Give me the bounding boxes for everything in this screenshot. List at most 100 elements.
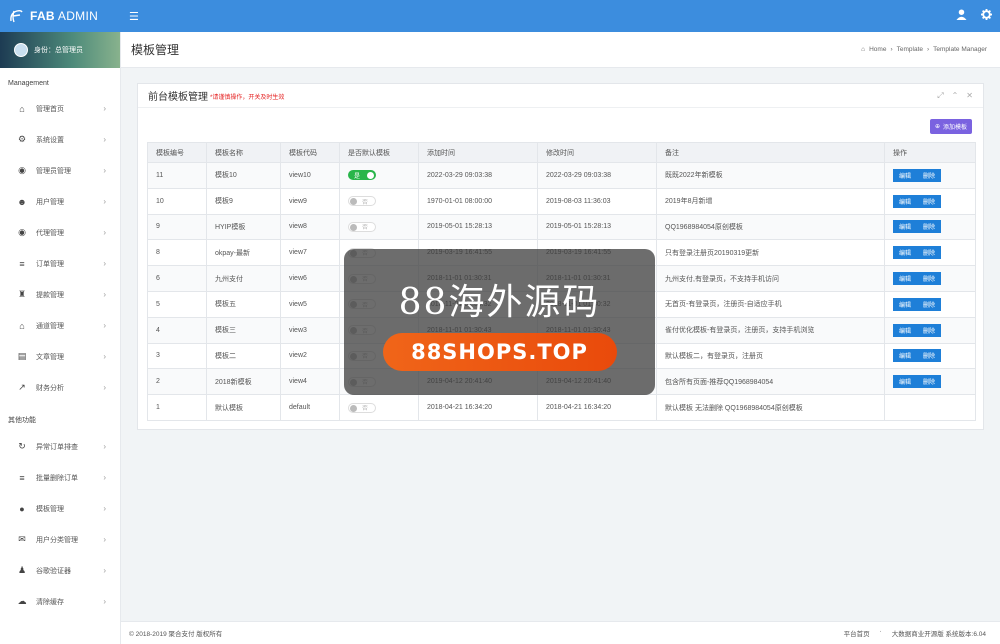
added-time-cell: 2022-03-29 09:03:38 bbox=[418, 162, 538, 189]
sidebar-item-label: 谷歌验证器 bbox=[36, 567, 71, 575]
template-code-cell: view5 bbox=[280, 290, 340, 318]
template-id-cell: 2 bbox=[147, 368, 207, 396]
action-buttons: 编辑 删除 bbox=[893, 297, 942, 311]
added-time-cell: 1970-01-01 08:00:00 bbox=[418, 187, 538, 215]
wechat-icon: ✉ bbox=[18, 534, 26, 544]
modified-time-cell: 2019-08-03 11:36:03 bbox=[537, 187, 657, 215]
add-template-button[interactable]: ⊕ 添加模板 bbox=[929, 119, 972, 134]
sidebar-item[interactable]: ☁ 清除缓存 › bbox=[0, 586, 120, 617]
brand[interactable]: FAB ADMIN bbox=[0, 0, 121, 32]
edit-button[interactable]: 编辑 bbox=[893, 323, 918, 337]
template-code-cell: view8 bbox=[280, 213, 340, 241]
sidebar-item[interactable]: ♜ 提款管理 › bbox=[0, 279, 120, 310]
sidebar-item-label: 异常订单排查 bbox=[36, 443, 78, 451]
edit-button[interactable]: 编辑 bbox=[893, 297, 918, 311]
sidebar-item[interactable]: ✉ 用户分类管理 › bbox=[0, 524, 120, 555]
edit-button[interactable]: 编辑 bbox=[893, 246, 918, 260]
edit-button[interactable]: 编辑 bbox=[893, 349, 918, 363]
user-icon[interactable] bbox=[956, 9, 967, 23]
delete-button[interactable]: 删除 bbox=[917, 220, 942, 234]
table-header-cell: 模板名称 bbox=[206, 142, 281, 163]
template-name-cell: HYIP模板 bbox=[206, 213, 281, 241]
user-circle-icon: ◉ bbox=[18, 227, 26, 237]
watermark-overlay: 88海外源码 88SHOPS.TOP bbox=[344, 249, 655, 395]
watermark-pill: 88SHOPS.TOP bbox=[382, 333, 617, 371]
book-icon: ▤ bbox=[17, 351, 27, 361]
edit-button[interactable]: 编辑 bbox=[893, 375, 918, 389]
sidebar-nav-management: ⌂ 管理首页 › ⚙ 系统设置 › ◉ 管理员管理 › ☻ 用户管理 › ◉ 代理管理 › ≡ 订单管理 › ♜ 提款… bbox=[0, 93, 120, 403]
brand-logo-icon bbox=[10, 9, 23, 23]
delete-button[interactable]: 删除 bbox=[917, 349, 942, 363]
sidebar-item[interactable]: ♟ 谷歌验证器 › bbox=[0, 555, 120, 586]
sidebar-item-label: 通道管理 bbox=[36, 322, 64, 330]
sidebar-item[interactable]: ≡ 批量删除订单 › bbox=[0, 462, 120, 493]
delete-button[interactable]: 删除 bbox=[917, 194, 942, 208]
user-circle-icon: ◉ bbox=[18, 165, 26, 175]
actions-cell: 编辑 删除 bbox=[884, 239, 976, 267]
delete-button[interactable]: 删除 bbox=[917, 375, 942, 389]
template-code-cell: view6 bbox=[280, 265, 340, 292]
sidebar-item[interactable]: ⌂ 通道管理 › bbox=[0, 310, 120, 341]
action-buttons: 编辑 删除 bbox=[893, 246, 942, 260]
table-header-cell: 模板代码 bbox=[280, 142, 340, 163]
note-cell: 默认模板 无法删除 QQ1968984054原创模板 bbox=[656, 394, 885, 421]
breadcrumb-separator-icon: › bbox=[926, 46, 930, 53]
edit-button[interactable]: 编辑 bbox=[893, 272, 918, 286]
sidebar-item[interactable]: ↻ 异常订单排查 › bbox=[0, 431, 120, 462]
chevron-right-icon: › bbox=[103, 135, 106, 144]
delete-button[interactable]: 删除 bbox=[917, 323, 942, 337]
template-id-cell: 3 bbox=[147, 342, 207, 370]
sidebar-item[interactable]: ⚙ 系统设置 › bbox=[0, 124, 120, 155]
sidebar-item[interactable]: ▤ 文章管理 › bbox=[0, 341, 120, 372]
settings-gear-icon[interactable] bbox=[981, 9, 992, 23]
actions-cell: 编辑 删除 bbox=[884, 162, 976, 189]
sidebar-item[interactable]: ◉ 管理员管理 › bbox=[0, 155, 120, 186]
expand-icon[interactable]: ⤢ bbox=[937, 91, 943, 101]
footer-separator: · bbox=[879, 628, 882, 635]
template-code-cell: default bbox=[280, 394, 340, 421]
template-name-cell: 模板五 bbox=[206, 290, 281, 318]
added-time-cell: 2019-05-01 15:28:13 bbox=[418, 213, 538, 241]
table-header-cell: 模板编号 bbox=[147, 142, 207, 163]
delete-button[interactable]: 删除 bbox=[917, 297, 942, 311]
chevron-right-icon: › bbox=[103, 166, 106, 175]
delete-button[interactable]: 删除 bbox=[917, 246, 942, 260]
breadcrumb-current: Template Manager bbox=[933, 46, 987, 53]
sidebar-item[interactable]: ⌂ 管理首页 › bbox=[0, 93, 120, 124]
profile-banner[interactable]: 身份：总管理员 bbox=[0, 32, 120, 68]
delete-button[interactable]: 删除 bbox=[917, 168, 942, 182]
close-icon[interactable]: ✕ bbox=[966, 91, 973, 101]
top-navbar: FAB ADMIN ☰ bbox=[0, 0, 1000, 32]
delete-button[interactable]: 删除 bbox=[917, 272, 942, 286]
breadcrumb-home[interactable]: Home bbox=[869, 46, 886, 53]
actions-cell: 编辑 删除 bbox=[884, 316, 976, 344]
toggle-label: 否 bbox=[362, 199, 369, 206]
page-title: 模板管理 bbox=[131, 43, 180, 57]
menu-toggle-icon[interactable]: ☰ bbox=[129, 10, 139, 23]
default-toggle-switch[interactable]: 否 bbox=[348, 196, 376, 207]
template-code-cell: view2 bbox=[280, 342, 340, 370]
profile-role-label: 身份：总管理员 bbox=[34, 47, 83, 54]
sidebar-item[interactable]: ↗ 财务分析 › bbox=[0, 372, 120, 403]
collapse-chevron-icon[interactable]: ⌃ bbox=[952, 91, 959, 101]
sidebar-item[interactable]: ≡ 订单管理 › bbox=[0, 248, 120, 279]
note-cell: QQ1968984054原创模板 bbox=[656, 213, 885, 241]
note-cell: 既既2022年新模板 bbox=[656, 162, 885, 189]
default-toggle-switch[interactable]: 否 bbox=[348, 221, 376, 232]
sidebar-item[interactable]: ● 模板管理 › bbox=[0, 493, 120, 524]
footer-platform-home-link[interactable]: 平台首页 bbox=[844, 628, 870, 638]
default-toggle-cell: 否 bbox=[339, 187, 419, 215]
edit-button[interactable]: 编辑 bbox=[893, 220, 918, 234]
edit-button[interactable]: 编辑 bbox=[893, 194, 918, 208]
sidebar-item[interactable]: ☻ 用户管理 › bbox=[0, 186, 120, 217]
default-toggle-switch[interactable]: 否 bbox=[348, 402, 376, 413]
sidebar-item[interactable]: ◉ 代理管理 › bbox=[0, 217, 120, 248]
breadcrumb-template[interactable]: Template bbox=[897, 46, 923, 53]
sidebar-section-management: Management bbox=[8, 80, 49, 87]
action-buttons: 编辑 删除 bbox=[893, 375, 942, 389]
added-time-cell: 2018-04-21 16:34:20 bbox=[418, 394, 538, 421]
toggle-label: 是 bbox=[354, 173, 361, 180]
default-toggle-switch[interactable]: 是 bbox=[348, 170, 376, 181]
edit-button[interactable]: 编辑 bbox=[893, 168, 918, 182]
actions-cell: 编辑 删除 bbox=[884, 368, 976, 396]
